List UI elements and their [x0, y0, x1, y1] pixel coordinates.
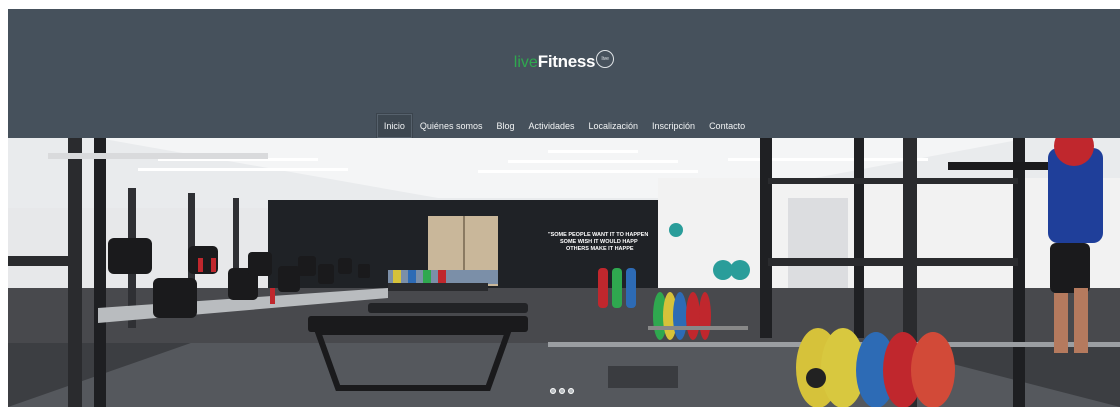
wall-quote-line1: "SOME PEOPLE WANT IT TO HAPPEN [548, 232, 648, 238]
logo-name: Fitness [537, 52, 596, 71]
nav-item-inscripcion[interactable]: Inscripción [645, 113, 702, 139]
wall-quote-line3: OTHERS MAKE IT HAPPE [566, 246, 634, 252]
logo-badge-icon: live [596, 49, 615, 68]
site-logo[interactable]: liveFitness live [8, 49, 1120, 72]
slider-pagination [550, 388, 574, 394]
wall-quote-line2: SOME WISH IT WOULD HAPP [560, 239, 638, 245]
nav-item-inicio[interactable]: Inicio [375, 113, 413, 139]
nav-item-localizacion[interactable]: Localización [582, 113, 646, 139]
logo-prefix: live [513, 54, 538, 71]
logo-badge-text: live [601, 55, 609, 62]
nav-item-contacto[interactable]: Contacto [702, 113, 752, 139]
gym-photo: "SOME PEOPLE WANT IT TO HAPPEN SOME WISH… [8, 138, 1120, 407]
slider-dot[interactable] [550, 388, 556, 394]
nav-item-blog[interactable]: Blog [489, 113, 521, 139]
main-nav: Inicio Quiénes somos Blog Actividades Lo… [8, 113, 1120, 139]
nav-item-quienes-somos[interactable]: Quiénes somos [413, 113, 490, 139]
nav-item-actividades[interactable]: Actividades [521, 113, 581, 139]
slider-dot[interactable] [568, 388, 574, 394]
site-header: liveFitness live Inicio Quiénes somos Blo… [8, 9, 1120, 139]
hero-slider-image[interactable]: "SOME PEOPLE WANT IT TO HAPPEN SOME WISH… [8, 138, 1120, 407]
slider-dot[interactable] [559, 388, 565, 394]
